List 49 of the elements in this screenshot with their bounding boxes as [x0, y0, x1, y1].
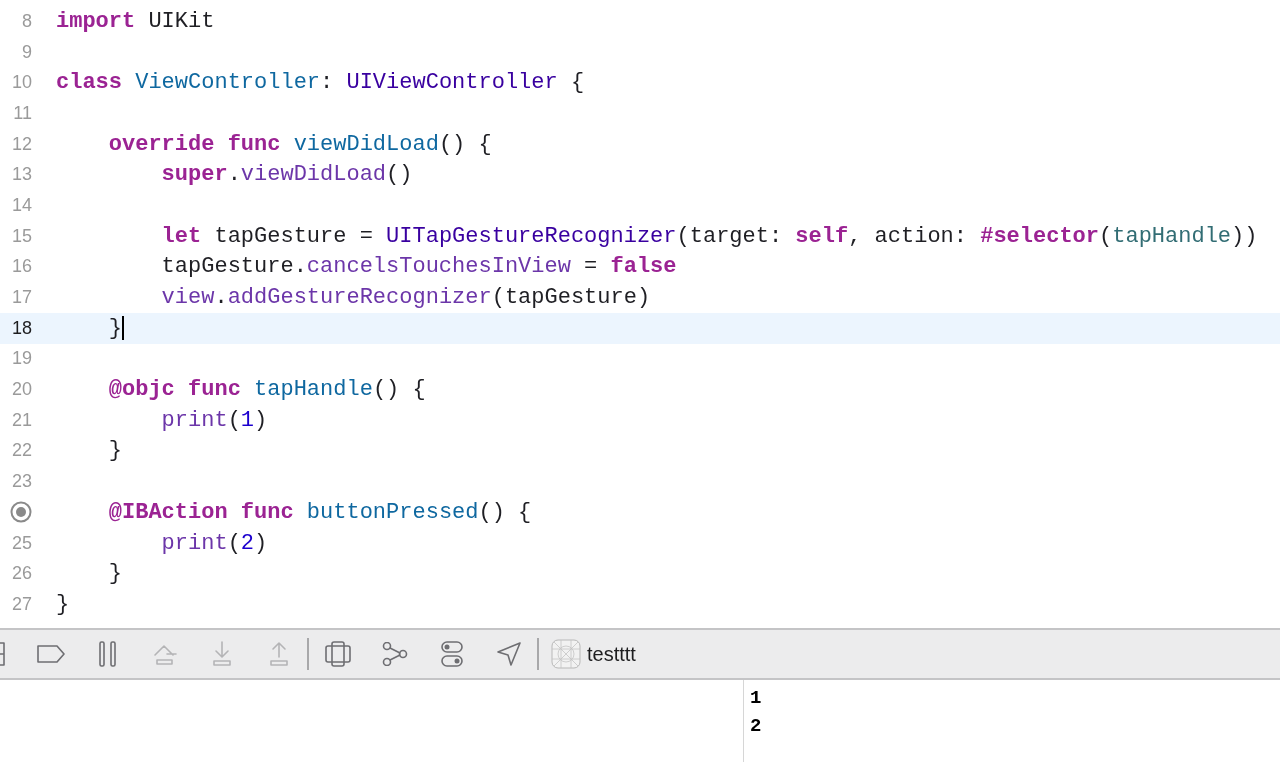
code-line: super.viewDidLoad() [160, 162, 413, 188]
app-target-button[interactable]: testttt [539, 639, 636, 669]
code-line: override func viewDidLoad() { [107, 131, 492, 157]
down-arrow-icon [211, 641, 232, 667]
code-line: } [56, 315, 124, 341]
toggles-icon [440, 641, 463, 667]
location-arrow-icon [495, 641, 522, 667]
code-line: } [56, 591, 70, 617]
code-line: } [107, 438, 122, 464]
console-output: 1 [750, 686, 762, 711]
app-icon [551, 639, 581, 669]
console-output: 2 [750, 714, 762, 739]
line-number: 8 [22, 10, 32, 32]
line-number: 17 [11, 287, 32, 309]
line-number: 9 [22, 41, 32, 63]
line-number: 12 [11, 133, 32, 155]
tag-icon [36, 645, 65, 663]
code-line: tapGesture.cancelsTouchesInView = false [160, 254, 677, 280]
code-line: view.addGestureRecognizer(tapGesture) [160, 285, 651, 311]
device-edge-icon [0, 641, 6, 667]
line-number: 19 [11, 348, 32, 370]
up-arrow-icon [268, 641, 289, 667]
line-number: 20 [11, 379, 32, 401]
graph-nodes-icon [381, 642, 408, 666]
code-line: let tapGesture = UITapGestureRecognizer(target: self, action: #selector(tapHandle)) [160, 223, 1258, 249]
line-number: 15 [11, 225, 32, 247]
line-number: 16 [11, 256, 32, 278]
line-number: 10 [11, 72, 32, 94]
code-line: @IBAction func buttonPressed() { [107, 499, 532, 525]
code-line: import UIKit [56, 8, 215, 34]
line-number: 21 [11, 409, 32, 431]
line-number: 26 [11, 563, 32, 585]
connection-dot-icon[interactable] [10, 501, 32, 524]
pause-icon [98, 641, 117, 667]
line-number: 14 [11, 194, 32, 216]
stacked-panels-icon [324, 641, 351, 667]
code-line: print(2) [160, 530, 268, 556]
line-number: 27 [11, 593, 32, 615]
code-line: print(1) [160, 407, 268, 433]
line-number: 11 [13, 102, 32, 124]
line-number: 23 [11, 471, 32, 493]
line-number: 18 [11, 317, 32, 339]
code-line: } [107, 561, 122, 587]
code-line: class ViewController: UIViewController { [56, 70, 585, 96]
line-number: 13 [11, 164, 32, 186]
step-over-icon [151, 642, 178, 666]
line-number: 22 [11, 440, 32, 462]
line-number: 25 [11, 532, 32, 554]
code-line: @objc func tapHandle() { [107, 377, 426, 403]
